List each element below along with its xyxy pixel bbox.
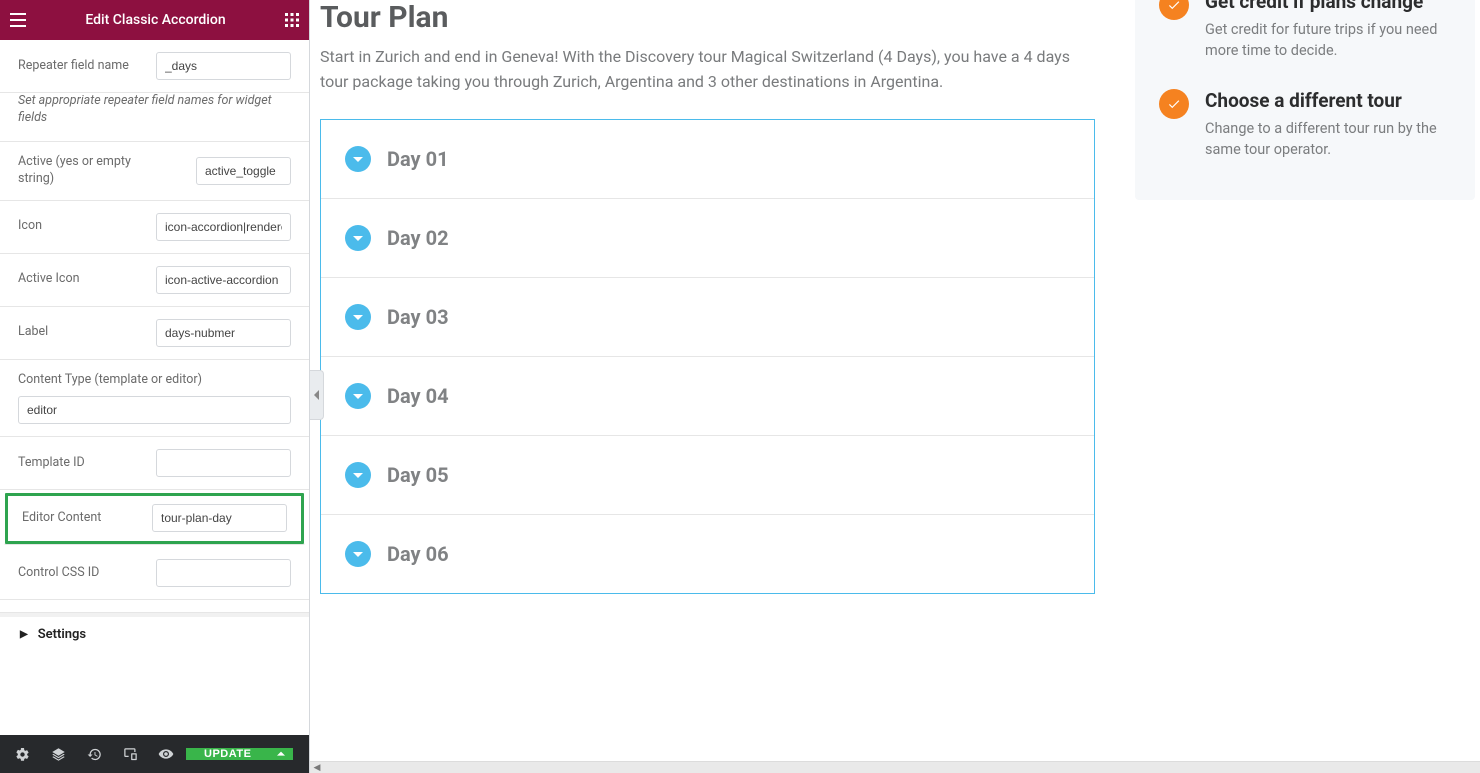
accordion-item[interactable]: Day 01 [321, 120, 1094, 198]
chevron-down-icon [345, 462, 371, 488]
tour-plan-title: Tour Plan [320, 0, 1095, 35]
history-icon[interactable] [76, 735, 112, 773]
accordion-label: Day 02 [387, 226, 449, 250]
info-item: Choose a different tour Change to a diff… [1159, 75, 1451, 174]
responsive-icon[interactable] [112, 735, 148, 773]
label-field-input[interactable] [156, 319, 291, 347]
active-icon-input[interactable] [156, 266, 291, 294]
horizontal-scrollbar[interactable]: ◀ [310, 761, 1480, 773]
control-repeater-field-name: Repeater field name [0, 40, 309, 93]
chevron-down-icon [345, 304, 371, 330]
accordion-item[interactable]: Day 02 [321, 198, 1094, 277]
control-label: Repeater field name [18, 58, 129, 75]
control-label: Icon [18, 218, 42, 235]
control-css-id-input[interactable] [156, 559, 291, 587]
accordion-label: Day 06 [387, 542, 449, 566]
control-label: Template ID [18, 455, 85, 472]
update-options-button[interactable] [269, 748, 293, 760]
update-button-group: UPDATE [186, 748, 293, 760]
accordion-label: Day 01 [387, 147, 449, 171]
repeater-field-name-input[interactable] [156, 52, 291, 80]
chevron-left-icon [314, 390, 320, 400]
sidebar-header: Edit Classic Accordion [0, 0, 309, 40]
control-label: Content Type (template or editor) [18, 372, 291, 389]
scroll-left-icon[interactable]: ◀ [310, 763, 324, 773]
template-id-input[interactable] [156, 449, 291, 477]
eye-icon[interactable] [148, 735, 184, 773]
menu-icon[interactable] [10, 13, 26, 27]
tour-plan-section: Tour Plan Start in Zurich and end in Gen… [320, 0, 1095, 594]
apps-icon[interactable] [285, 13, 299, 27]
check-icon [1159, 0, 1189, 20]
icon-input[interactable] [156, 213, 291, 241]
editor-content-input[interactable] [152, 504, 287, 532]
sidebar-title: Edit Classic Accordion [26, 12, 285, 28]
accordion-label: Day 04 [387, 384, 449, 408]
control-label: Control CSS ID [18, 565, 99, 582]
sidebar-body: Repeater field name Set appropriate repe… [0, 40, 309, 735]
control-label: Active Icon [18, 271, 80, 288]
accordion-item[interactable]: Day 06 [321, 514, 1094, 593]
accordion-item[interactable]: Day 04 [321, 356, 1094, 435]
control-content-type: Content Type (template or editor) [0, 360, 309, 438]
section-settings[interactable]: ▶ Settings [0, 612, 309, 656]
chevron-down-icon [345, 541, 371, 567]
section-settings-label: Settings [38, 627, 86, 642]
info-item-desc: Get credit for future trips if you need … [1205, 19, 1451, 61]
info-item-title: Choose a different tour [1205, 89, 1451, 112]
control-label: Label [18, 324, 48, 341]
control-editor-content: Editor Content [4, 492, 305, 545]
control-css-id: Control CSS ID [0, 547, 309, 600]
chevron-down-icon [345, 383, 371, 409]
update-button[interactable]: UPDATE [186, 748, 269, 760]
control-hint: Set appropriate repeater field names for… [0, 93, 309, 142]
sidebar-footer: UPDATE [0, 735, 309, 773]
info-item: Get credit if plans change Get credit fo… [1159, 0, 1451, 75]
preview-area: Tour Plan Start in Zurich and end in Gen… [310, 0, 1480, 763]
layers-icon[interactable] [40, 735, 76, 773]
control-label: Active (yes or empty string) [18, 154, 148, 188]
editor-sidebar: Edit Classic Accordion Repeater field na… [0, 0, 310, 773]
control-label-field: Label [0, 307, 309, 360]
info-item-title: Get credit if plans change [1205, 0, 1451, 13]
active-input[interactable] [196, 157, 291, 185]
accordion-label: Day 03 [387, 305, 449, 329]
info-card: Get credit if plans change Get credit fo… [1135, 0, 1475, 200]
check-icon [1159, 89, 1189, 119]
chevron-down-icon [345, 225, 371, 251]
accordion: Day 01 Day 02 Day 03 Day 04 Day 05 [320, 119, 1095, 594]
control-icon: Icon [0, 201, 309, 254]
panel-collapse-handle[interactable] [310, 370, 324, 420]
gear-icon[interactable] [4, 735, 40, 773]
accordion-item[interactable]: Day 03 [321, 277, 1094, 356]
caret-right-icon: ▶ [20, 629, 28, 640]
control-active: Active (yes or empty string) [0, 142, 309, 201]
control-active-icon: Active Icon [0, 254, 309, 307]
accordion-label: Day 05 [387, 463, 449, 487]
info-item-desc: Change to a different tour run by the sa… [1205, 118, 1451, 160]
tour-plan-lead: Start in Zurich and end in Geneva! With … [320, 45, 1095, 95]
accordion-item[interactable]: Day 05 [321, 435, 1094, 514]
content-type-input[interactable] [18, 396, 291, 424]
chevron-down-icon [345, 146, 371, 172]
control-label: Editor Content [22, 510, 101, 527]
control-template-id: Template ID [0, 437, 309, 490]
